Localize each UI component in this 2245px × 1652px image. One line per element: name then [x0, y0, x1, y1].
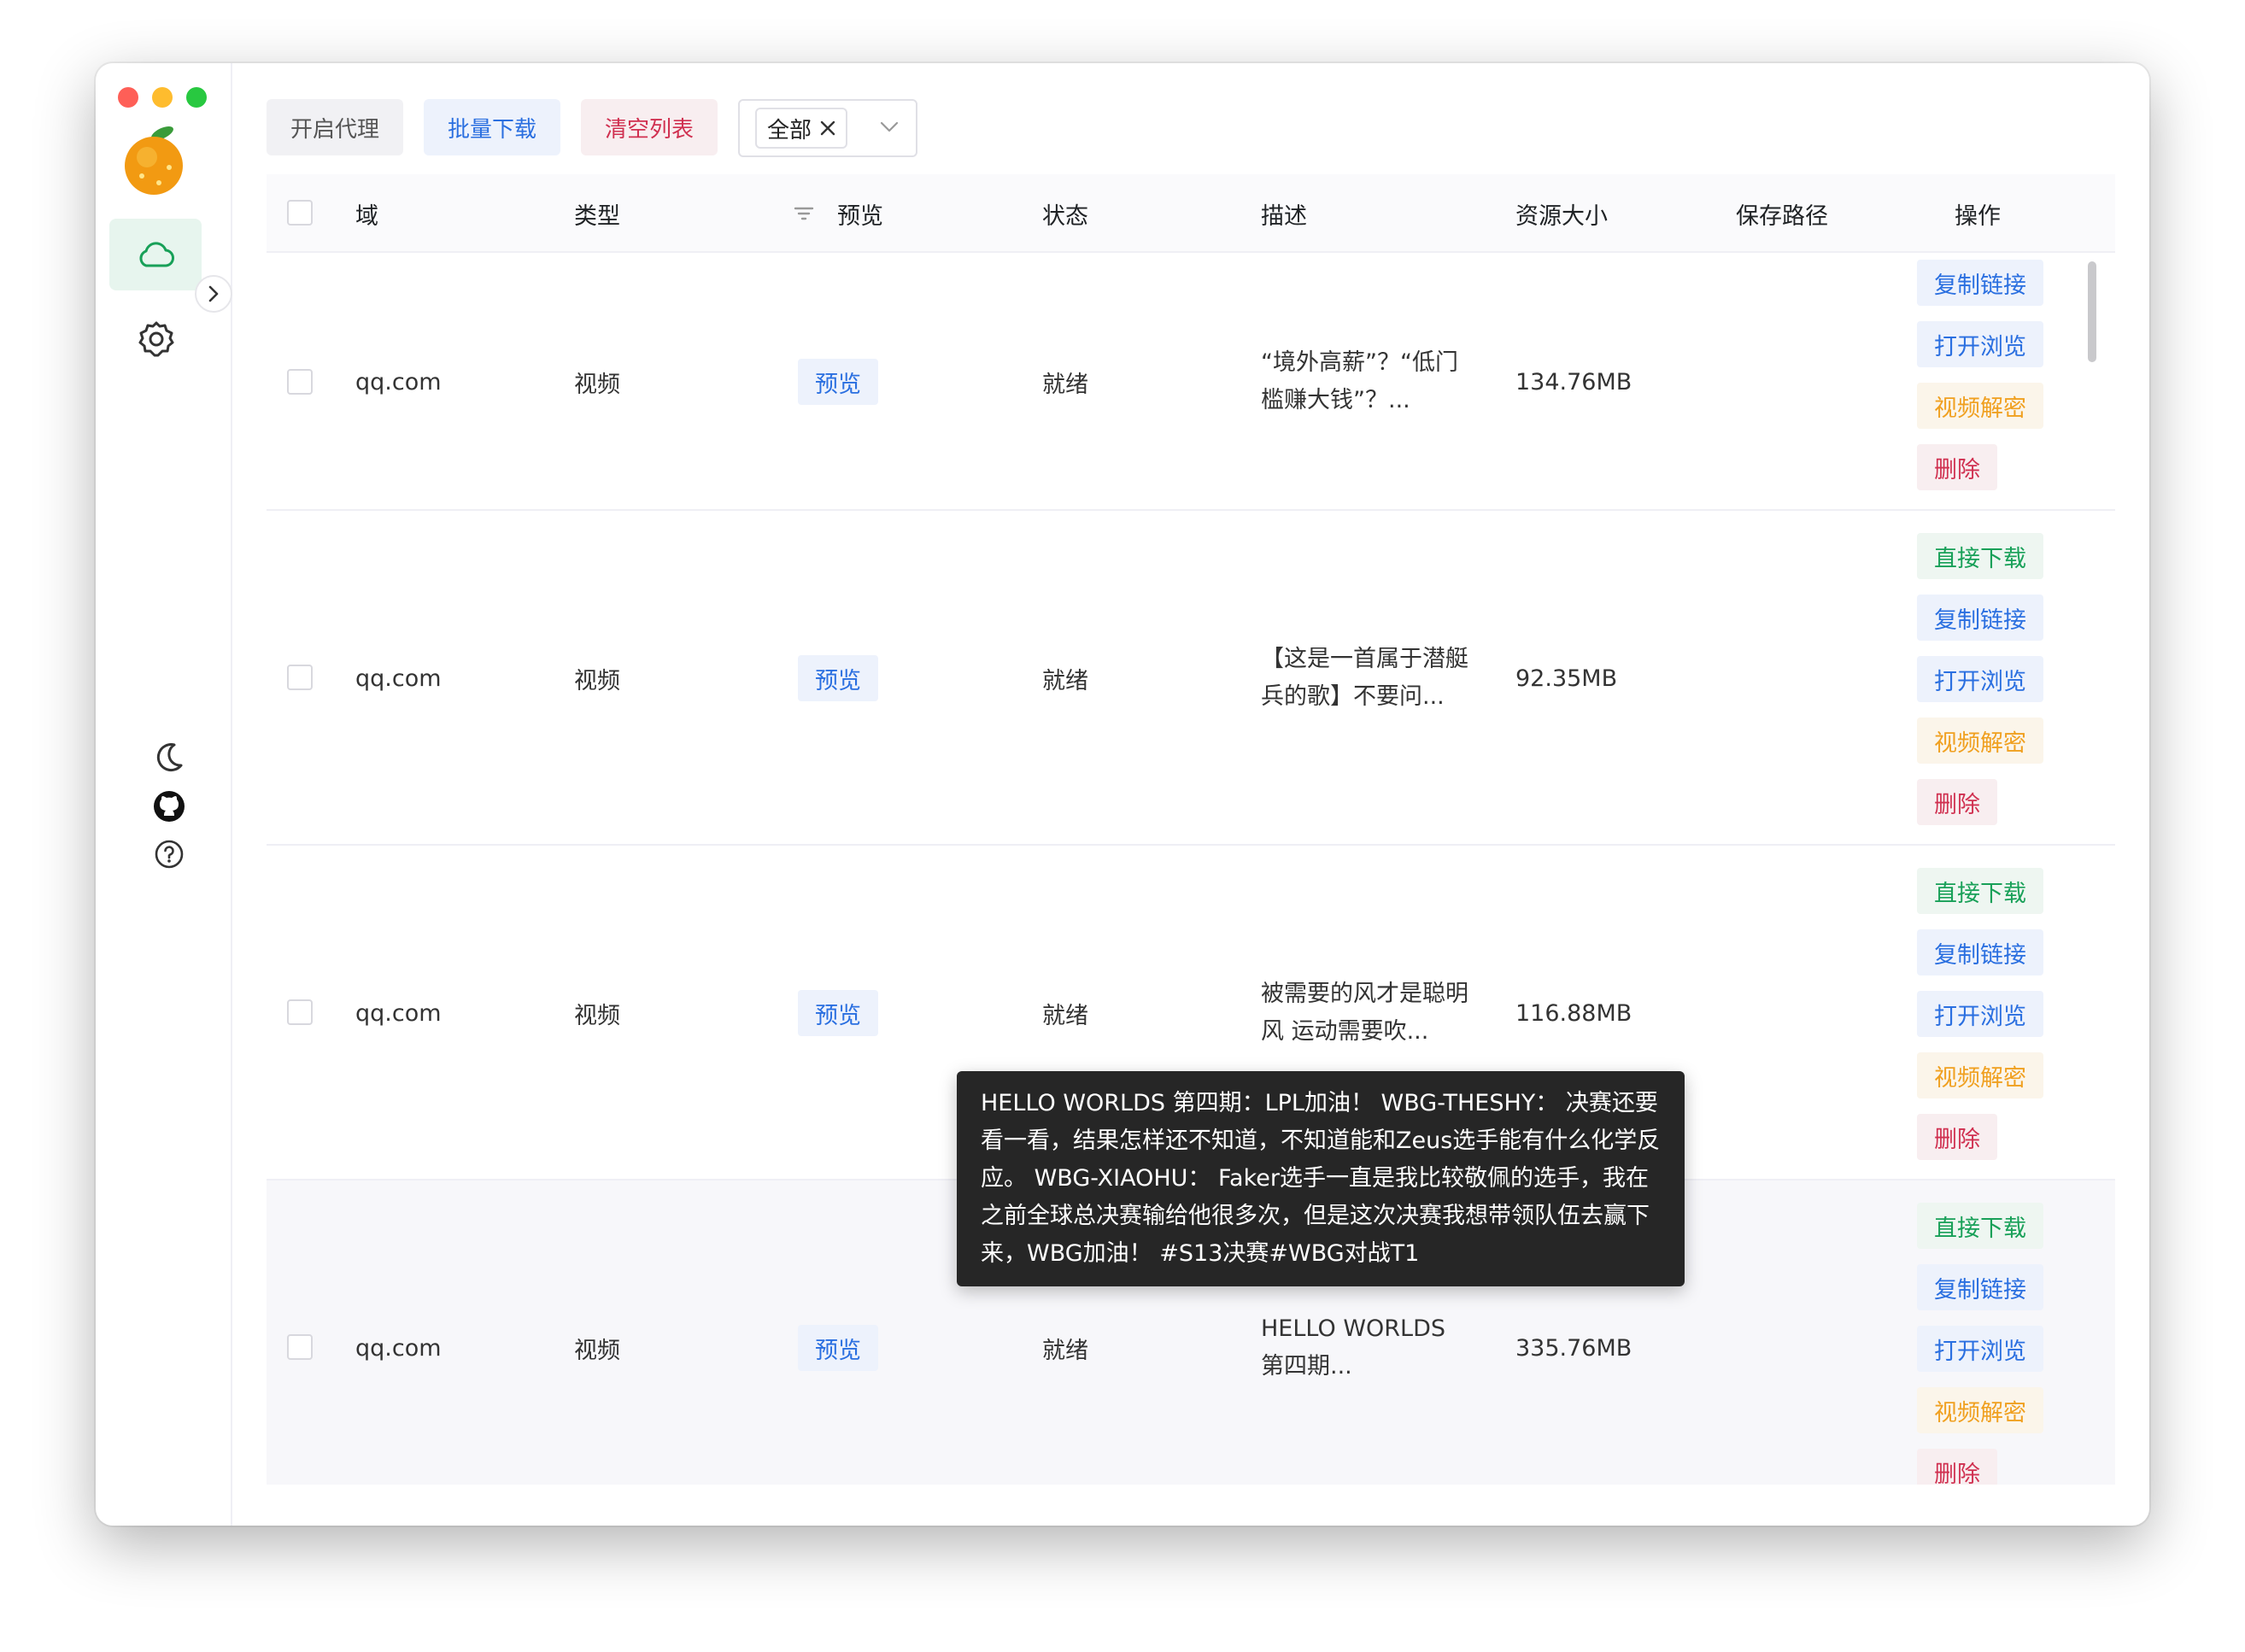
header-size: 资源大小 — [1515, 202, 1608, 230]
sidebar — [96, 63, 232, 1526]
row-status: 就绪 — [1042, 667, 1088, 694]
open-browser-button[interactable]: 打开浏览 — [1917, 991, 2043, 1037]
row-description[interactable]: 被需要的风才是聪明风 运动需要吹... — [1261, 975, 1474, 1051]
nav-settings[interactable] — [137, 319, 176, 359]
preview-button[interactable]: 预览 — [798, 1325, 878, 1371]
row-type: 视频 — [574, 667, 620, 694]
row-domain: qq.com — [355, 665, 442, 692]
header-actions: 操作 — [1955, 202, 2001, 230]
resource-table: 域 类型 预览 状态 描述 资源大小 保存路径 操作 qq.com 视频 预览 … — [267, 174, 2115, 1485]
row-checkbox[interactable] — [287, 999, 313, 1025]
app-window: 开启代理 批量下载 清空列表 全部 域 类型 预览 状态 描述 资源大小 保存路… — [96, 63, 2149, 1526]
select-all-checkbox[interactable] — [287, 200, 313, 226]
enable-proxy-button[interactable]: 开启代理 — [267, 99, 404, 155]
row-actions: 直接下载 复制链接 打开浏览 视频解密 删除 — [1917, 533, 2043, 825]
table-header: 域 类型 预览 状态 描述 资源大小 保存路径 操作 — [267, 174, 2115, 253]
preview-button[interactable]: 预览 — [798, 359, 878, 405]
header-description: 描述 — [1261, 202, 1307, 230]
help-icon — [155, 840, 184, 869]
type-filter-select[interactable]: 全部 — [738, 99, 918, 157]
toolbar: 开启代理 批量下载 清空列表 全部 — [267, 99, 918, 157]
delete-button[interactable]: 删除 — [1917, 779, 1997, 825]
copy-link-button[interactable]: 复制链接 — [1917, 929, 2043, 975]
preview-button[interactable]: 预览 — [798, 990, 878, 1036]
description-tooltip: HELLO WORLDS 第四期：LPL加油！ WBG-THESHY： 决赛还要… — [957, 1071, 1685, 1286]
gear-icon — [138, 321, 174, 357]
moon-icon — [156, 743, 183, 772]
copy-link-button[interactable]: 复制链接 — [1917, 1264, 2043, 1310]
row-description[interactable]: HELLO WORLDS 第四期... — [1261, 1310, 1474, 1385]
row-actions: 直接下载 复制链接 打开浏览 视频解密 删除 — [1917, 1203, 2043, 1485]
theme-toggle[interactable] — [150, 738, 188, 776]
nav-resources[interactable] — [109, 219, 202, 290]
row-type: 视频 — [574, 1002, 620, 1029]
row-description[interactable]: 【这是一首属于潜艇兵的歌】不要问... — [1261, 641, 1474, 716]
row-checkbox[interactable] — [287, 369, 313, 395]
row-type: 视频 — [574, 1337, 620, 1364]
header-status: 状态 — [1042, 202, 1088, 230]
header-save-path: 保存路径 — [1736, 202, 1828, 230]
row-status: 就绪 — [1042, 371, 1088, 398]
decrypt-video-button[interactable]: 视频解密 — [1917, 1052, 2043, 1098]
preview-button[interactable]: 预览 — [798, 655, 878, 701]
delete-button[interactable]: 删除 — [1917, 1114, 1997, 1160]
delete-button[interactable]: 删除 — [1917, 444, 1997, 490]
sidebar-collapse-button[interactable] — [195, 275, 232, 313]
table-row: qq.com 视频 预览 就绪 【这是一首属于潜艇兵的歌】不要问... 92.3… — [267, 511, 2115, 846]
tooltip-arrow — [1316, 1189, 1339, 1201]
header-domain: 域 — [355, 202, 378, 230]
direct-download-button[interactable]: 直接下载 — [1917, 533, 2043, 579]
decrypt-video-button[interactable]: 视频解密 — [1917, 1387, 2043, 1433]
row-actions: 直接下载 复制链接 打开浏览 视频解密 删除 — [1917, 868, 2043, 1160]
copy-link-button[interactable]: 复制链接 — [1917, 260, 2043, 306]
close-icon[interactable] — [820, 120, 835, 136]
row-domain: qq.com — [355, 999, 442, 1027]
direct-download-button[interactable]: 直接下载 — [1917, 868, 2043, 914]
copy-link-button[interactable]: 复制链接 — [1917, 595, 2043, 641]
table-scrollbar[interactable] — [2088, 261, 2096, 362]
decrypt-video-button[interactable]: 视频解密 — [1917, 718, 2043, 764]
open-browser-button[interactable]: 打开浏览 — [1917, 1326, 2043, 1372]
delete-button[interactable]: 删除 — [1917, 1449, 1997, 1485]
clear-list-button[interactable]: 清空列表 — [581, 99, 718, 155]
github-icon — [154, 791, 185, 822]
help-button[interactable] — [150, 835, 188, 873]
cloud-icon — [139, 242, 174, 267]
row-checkbox[interactable] — [287, 665, 313, 690]
open-browser-button[interactable]: 打开浏览 — [1917, 656, 2043, 702]
github-link[interactable] — [150, 788, 188, 825]
orange-logo-icon — [121, 123, 186, 196]
open-browser-button[interactable]: 打开浏览 — [1917, 321, 2043, 367]
batch-download-button[interactable]: 批量下载 — [424, 99, 561, 155]
decrypt-video-button[interactable]: 视频解密 — [1917, 383, 2043, 429]
row-domain: qq.com — [355, 368, 442, 395]
row-domain: qq.com — [355, 1334, 442, 1362]
row-size: 134.76MB — [1515, 368, 1632, 395]
direct-download-button[interactable]: 直接下载 — [1917, 1203, 2043, 1249]
header-preview: 预览 — [837, 202, 883, 230]
row-actions: 复制链接 打开浏览 视频解密 删除 — [1917, 260, 2043, 490]
chevron-right-icon — [208, 285, 219, 302]
chevron-down-icon — [880, 121, 899, 132]
filter-tag-label: 全部 — [767, 117, 812, 144]
table-row: qq.com 视频 预览 就绪 “境外高薪”？“低门槛赚大钱”？... 134.… — [267, 253, 2115, 511]
header-type: 类型 — [574, 202, 620, 230]
row-description[interactable]: “境外高薪”？“低门槛赚大钱”？... — [1261, 344, 1474, 419]
filter-icon[interactable] — [793, 174, 815, 253]
row-checkbox[interactable] — [287, 1334, 313, 1360]
filter-tag: 全部 — [755, 108, 848, 149]
row-size: 92.35MB — [1515, 665, 1618, 692]
row-type: 视频 — [574, 371, 620, 398]
